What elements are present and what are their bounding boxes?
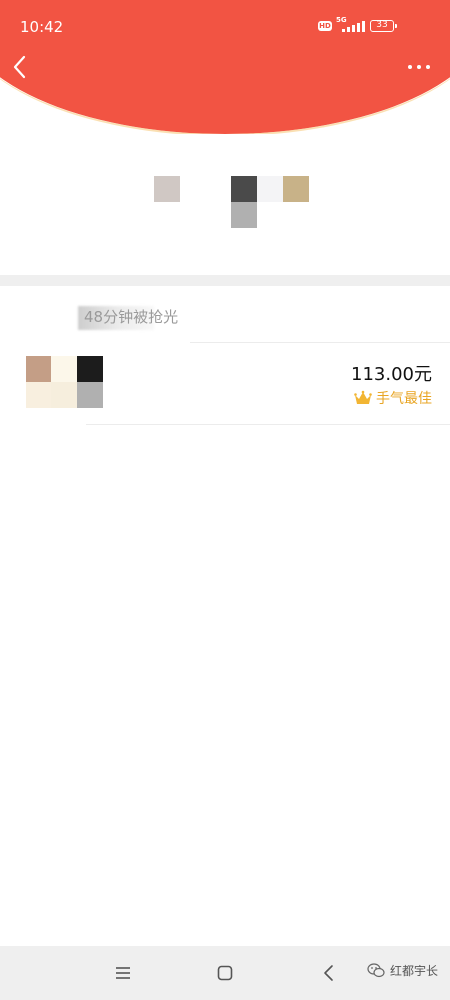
best-luck-badge: 手气最佳 <box>354 388 432 408</box>
nav-back-button[interactable] <box>317 961 341 985</box>
summary-row: 48分钟被抢光 <box>0 286 450 342</box>
menu-button[interactable] <box>111 961 135 985</box>
crown-icon <box>354 390 372 404</box>
watermark-text: 红都宇长 <box>389 964 438 978</box>
best-luck-label: 手气最佳 <box>376 391 432 407</box>
hd-badge: HD <box>318 21 332 31</box>
record-divider <box>86 424 450 425</box>
battery-icon: 33 <box>370 20 397 32</box>
status-time: 10:42 <box>20 18 64 36</box>
section-divider <box>0 275 450 286</box>
summary-divider <box>190 342 450 343</box>
signal-icon <box>338 20 366 32</box>
wechat-icon <box>367 963 385 978</box>
more-dots-icon <box>408 65 412 69</box>
back-button[interactable] <box>6 52 36 82</box>
menu-icon <box>116 967 130 979</box>
chevron-left-icon <box>13 55 26 79</box>
summary-text: 48分钟被抢光 <box>84 308 179 326</box>
triangle-back-icon <box>324 965 333 981</box>
watermark: 红都宇长 <box>367 962 438 979</box>
received-amount: 113.00元 <box>351 364 432 385</box>
more-button[interactable] <box>406 58 432 76</box>
square-home-icon <box>217 965 233 981</box>
system-nav-bar: 红都宇长 <box>0 946 450 1000</box>
status-bar: 10:42 HD 5G 33 <box>0 0 450 52</box>
home-button[interactable] <box>213 961 237 985</box>
status-icons: HD 5G 33 <box>250 16 450 36</box>
